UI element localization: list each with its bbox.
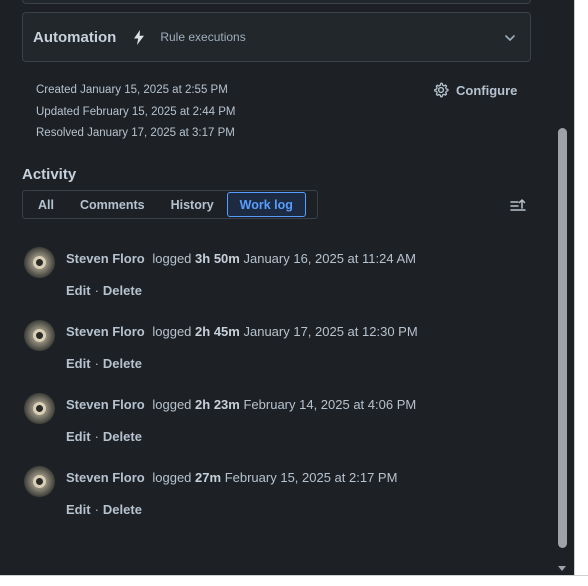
worklog-actions: Edit · Delete: [66, 429, 142, 444]
author-name[interactable]: Steven Floro: [66, 251, 145, 266]
logged-timestamp: January 16, 2025 at 11:24 AM: [243, 251, 416, 266]
lightning-bolt-icon: [134, 29, 148, 45]
tab-comments[interactable]: Comments: [67, 192, 158, 217]
worklog-actions: Edit · Delete: [66, 283, 142, 298]
window-right-edge: [574, 0, 588, 586]
logged-timestamp: February 15, 2025 at 2:17 PM: [224, 470, 398, 485]
worklog-summary: Steven Floro logged 2h 23m February 14, …: [66, 397, 416, 412]
configure-label: Configure: [456, 82, 518, 98]
logged-verb: logged: [152, 397, 192, 412]
window-bottom-edge: [0, 575, 588, 586]
action-separator: ·: [94, 283, 99, 298]
worklog-actions: Edit · Delete: [66, 502, 142, 517]
logged-verb: logged: [152, 470, 192, 485]
automation-panel[interactable]: Automation Rule executions: [22, 12, 531, 62]
activity-heading: Activity: [22, 166, 77, 183]
edit-button[interactable]: Edit: [66, 356, 91, 371]
avatar[interactable]: [24, 466, 55, 497]
tab-history[interactable]: History: [158, 192, 227, 217]
logged-timestamp: January 17, 2025 at 12:30 PM: [243, 324, 418, 339]
avatar[interactable]: [24, 247, 55, 278]
worklog-summary: Steven Floro logged 2h 45m January 17, 2…: [66, 324, 418, 339]
author-name[interactable]: Steven Floro: [66, 397, 145, 412]
sort-icon[interactable]: [509, 198, 527, 214]
tab-all[interactable]: All: [25, 192, 67, 217]
delete-button[interactable]: Delete: [103, 502, 142, 517]
worklog-summary: Steven Floro logged 3h 50m January 16, 2…: [66, 251, 416, 266]
logged-duration: 2h 23m: [195, 397, 240, 412]
scrollbar-thumb[interactable]: [558, 128, 567, 548]
action-separator: ·: [94, 429, 99, 444]
configure-button[interactable]: Configure: [433, 80, 517, 100]
delete-button[interactable]: Delete: [103, 429, 142, 444]
worklog-actions: Edit · Delete: [66, 356, 142, 371]
logged-duration: 27m: [195, 470, 222, 485]
avatar[interactable]: [24, 320, 55, 351]
issue-dates: Created January 15, 2025 at 2:55 PM Upda…: [36, 80, 235, 145]
avatar[interactable]: [24, 393, 55, 424]
resolved-date: Resolved January 17, 2025 at 3:17 PM: [36, 127, 235, 139]
author-name[interactable]: Steven Floro: [66, 324, 145, 339]
delete-button[interactable]: Delete: [103, 356, 142, 371]
edit-button[interactable]: Edit: [66, 502, 91, 517]
gear-icon: [433, 82, 449, 98]
logged-duration: 2h 45m: [195, 324, 240, 339]
automation-subtitle: Rule executions: [160, 30, 246, 44]
action-separator: ·: [94, 502, 99, 517]
edit-button[interactable]: Edit: [66, 429, 91, 444]
updated-date: Updated February 15, 2025 at 2:44 PM: [36, 105, 236, 118]
worklog-summary: Steven Floro logged 27m February 15, 202…: [66, 470, 397, 485]
logged-verb: logged: [152, 251, 192, 266]
previous-panel-edge: [22, 0, 531, 4]
chevron-down-icon[interactable]: [504, 31, 516, 43]
edit-button[interactable]: Edit: [66, 283, 91, 298]
automation-title: Automation: [33, 28, 117, 46]
author-name[interactable]: Steven Floro: [66, 470, 145, 485]
logged-verb: logged: [152, 324, 192, 339]
action-separator: ·: [94, 356, 99, 371]
delete-button[interactable]: Delete: [103, 283, 142, 298]
created-date: Created January 15, 2025 at 2:55 PM: [36, 84, 228, 96]
scroll-down-arrow-icon[interactable]: [556, 560, 568, 571]
logged-timestamp: February 14, 2025 at 4:06 PM: [243, 397, 417, 412]
activity-tabs: All Comments History Work log: [22, 190, 318, 219]
tab-work-log[interactable]: Work log: [226, 192, 306, 217]
logged-duration: 3h 50m: [195, 251, 240, 266]
